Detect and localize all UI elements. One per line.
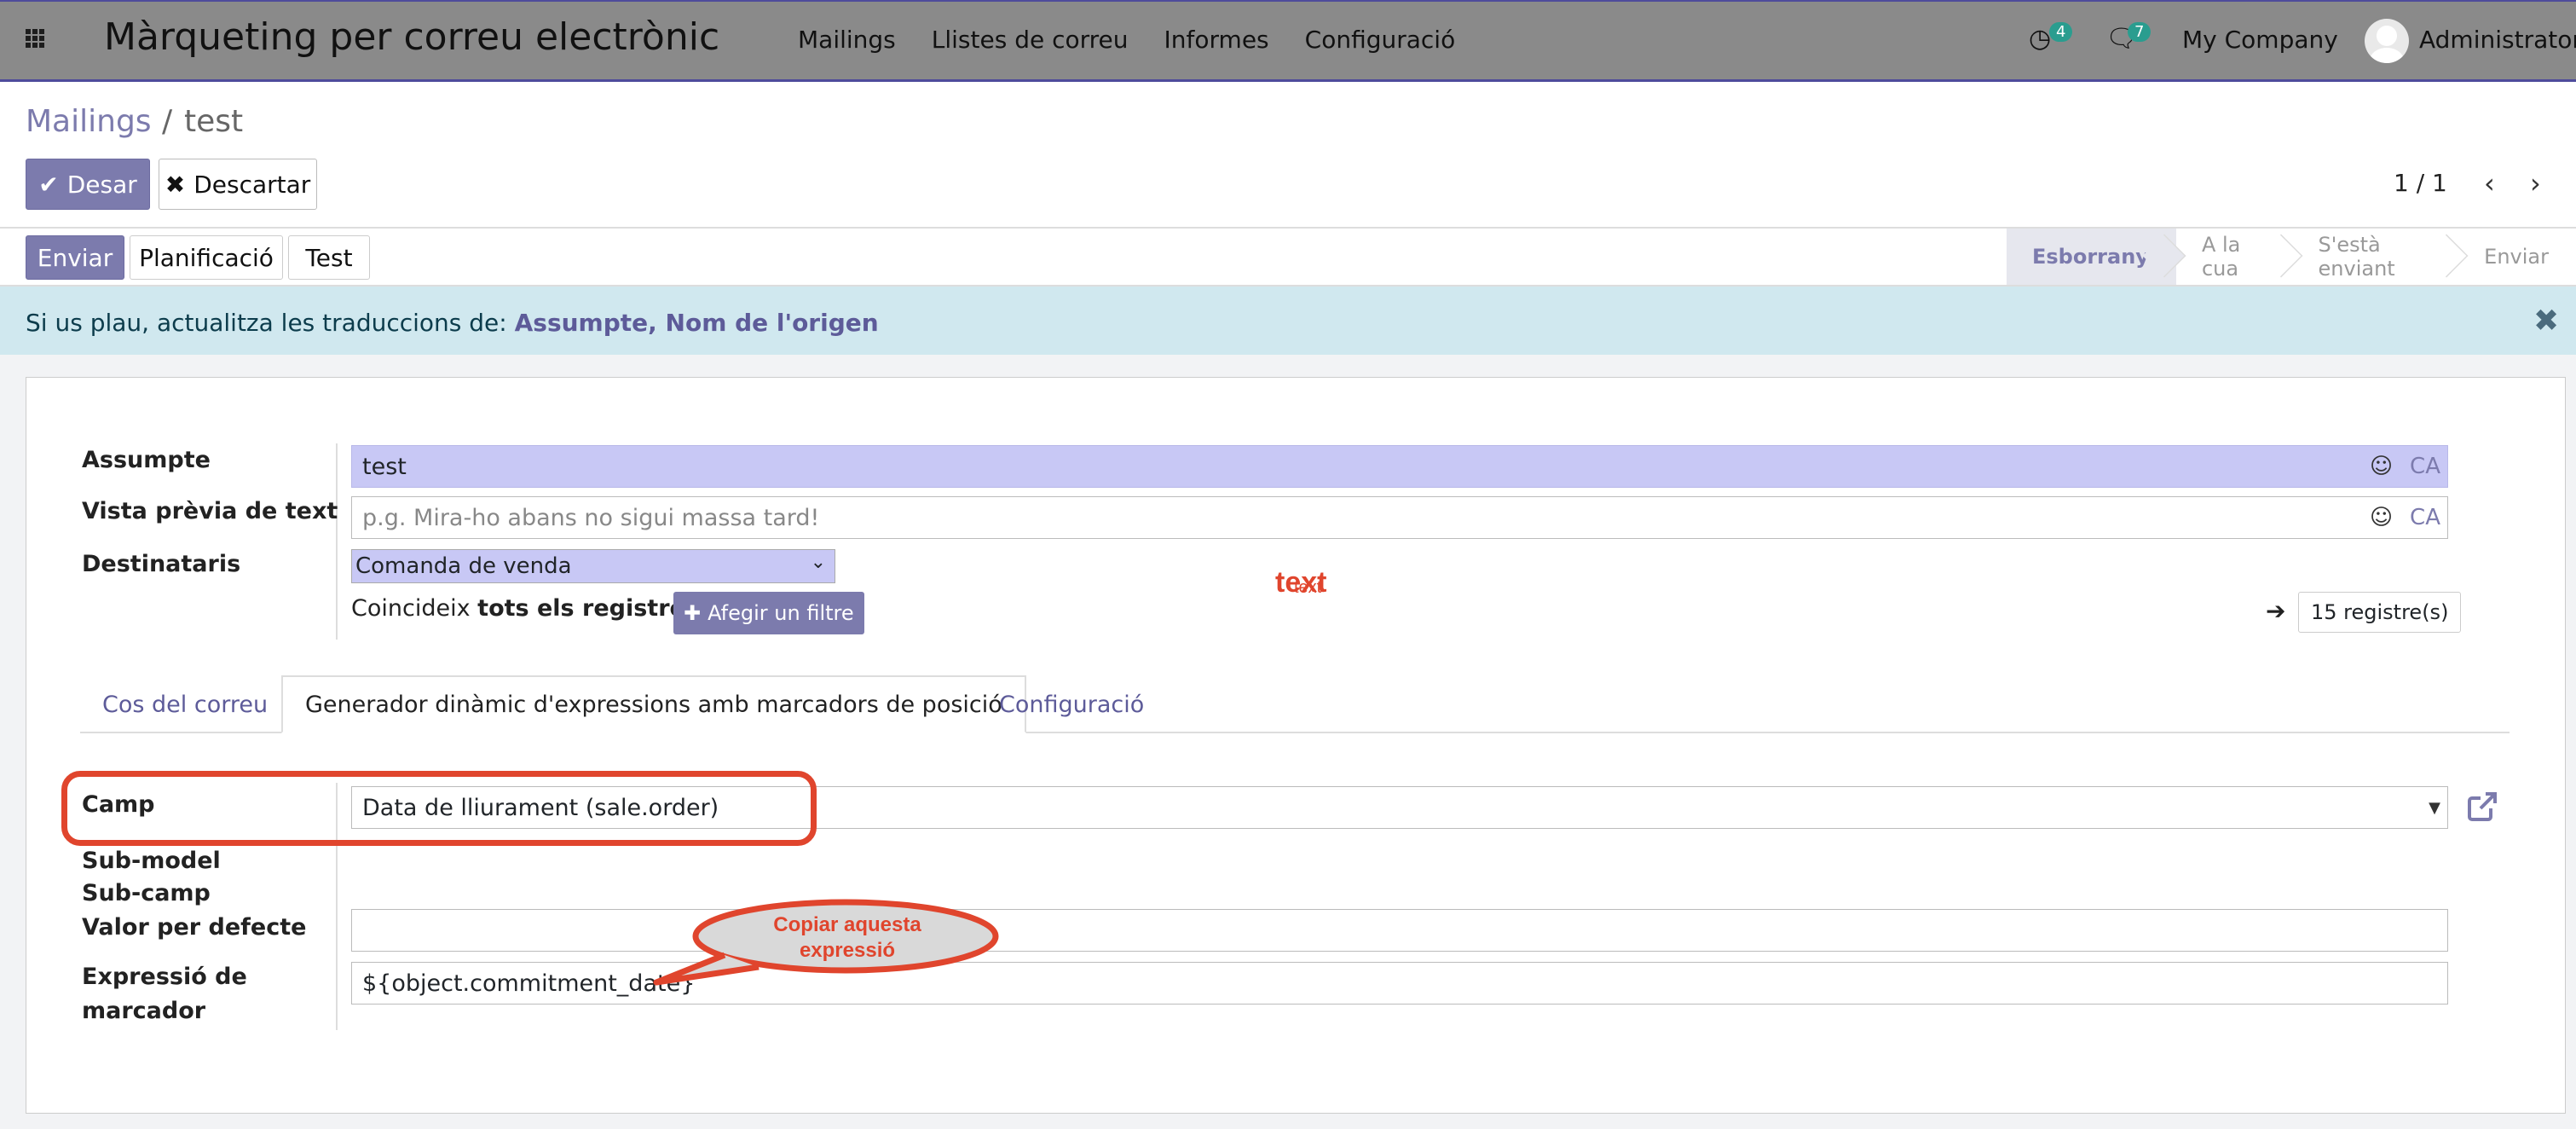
domain-summary: Coincideix tots els registres xyxy=(351,595,699,622)
label-divider xyxy=(336,443,338,640)
menu-item-mailings[interactable]: Mailings xyxy=(798,26,896,54)
alert-fields-link[interactable]: Assumpte, Nom de l'origen xyxy=(515,309,879,337)
language-code[interactable]: CA xyxy=(2410,454,2440,479)
records-count-button[interactable]: 15 registre(s) xyxy=(2298,592,2462,633)
callout-text: Copiar aquesta expressió xyxy=(699,912,996,964)
recipients-select[interactable]: Comanda de venda ⌄ xyxy=(351,549,835,583)
recipients-label: Destinataris xyxy=(82,551,241,577)
breadcrumb-separator: / xyxy=(162,104,173,139)
chevron-down-icon: ⌄ xyxy=(810,552,826,573)
subject-input[interactable]: test ☺ CA xyxy=(351,445,2448,488)
user-avatar[interactable] xyxy=(2365,19,2409,63)
app-title: Màrqueting per correu electrònic xyxy=(104,15,720,59)
expression-label-line1: Expressió de xyxy=(82,964,247,990)
overlay-text-shadow: text xyxy=(1294,578,1322,597)
close-icon: ✖ xyxy=(165,170,186,199)
callout-line-2: expressió xyxy=(799,939,896,962)
subject-value: test xyxy=(362,453,407,480)
menu-item-mailing-lists[interactable]: Llistes de correu xyxy=(932,26,1129,54)
status-bar: Esborrany A la cua S'està enviant Enviar xyxy=(2007,229,2576,285)
preview-placeholder: p.g. Mira-ho abans no sigui massa tard! xyxy=(362,504,820,531)
match-prefix: Coincideix xyxy=(351,595,471,622)
save-button-label: Desar xyxy=(66,170,137,199)
language-code[interactable]: CA xyxy=(2410,505,2440,530)
plus-icon: ✚ xyxy=(684,601,702,625)
save-button[interactable]: ✔ Desar xyxy=(26,159,150,210)
stage-sending[interactable]: S'està enviant xyxy=(2293,229,2459,285)
caret-down-icon: ▼ xyxy=(2429,798,2440,817)
activities-badge: 4 xyxy=(2049,22,2073,42)
add-filter-button[interactable]: ✚ Afegir un filtre xyxy=(673,592,864,634)
apps-menu-icon[interactable] xyxy=(26,29,44,48)
stage-draft[interactable]: Esborrany xyxy=(2007,229,2176,285)
recipients-value: Comanda de venda xyxy=(355,553,572,579)
tab-mail-body[interactable]: Cos del correu xyxy=(80,675,290,733)
subfield-label: Sub-camp xyxy=(82,880,211,906)
callout-line-1: Copiar aquesta xyxy=(773,913,921,936)
alert-prefix: Si us plau, actualitza les traduccions d… xyxy=(26,309,507,337)
pager-value[interactable]: 1 / 1 xyxy=(2394,169,2447,197)
activities-clock-icon[interactable]: ◷ xyxy=(2029,24,2051,54)
test-button[interactable]: Test xyxy=(288,235,370,280)
highlight-field-annotation xyxy=(61,771,817,846)
submodel-label: Sub-model xyxy=(82,848,221,874)
breadcrumb-parent-link[interactable]: Mailings xyxy=(26,104,152,139)
preview-text-input[interactable]: p.g. Mira-ho abans no sigui massa tard! … xyxy=(351,496,2448,539)
alert-message: Si us plau, actualitza les traduccions d… xyxy=(26,309,879,337)
add-filter-label: Afegir un filtre xyxy=(708,601,854,625)
discard-button[interactable]: ✖ Descartar xyxy=(159,159,317,210)
subject-label: Assumpte xyxy=(82,447,211,473)
chevron-left-icon[interactable]: ‹ xyxy=(2484,167,2495,200)
schedule-button[interactable]: Planificació xyxy=(130,235,283,280)
main-menu: Mailings Llistes de correu Informes Conf… xyxy=(798,26,1455,54)
menu-item-configuration[interactable]: Configuració xyxy=(1305,26,1456,54)
chevron-right-icon[interactable]: › xyxy=(2530,167,2541,200)
tab-settings[interactable]: Configuració xyxy=(977,675,1166,733)
check-icon: ✔ xyxy=(38,170,59,199)
breadcrumb-current: test xyxy=(184,104,244,139)
stage-queued[interactable]: A la cua xyxy=(2176,229,2293,285)
tab-placeholder-generator[interactable]: Generador dinàmic d'expressions amb marc… xyxy=(281,675,1026,733)
send-button[interactable]: Enviar xyxy=(26,235,124,280)
external-link-icon[interactable] xyxy=(2465,790,2499,824)
close-icon[interactable]: ✖ xyxy=(2533,304,2559,339)
user-menu[interactable]: Administrator xyxy=(2419,26,2576,54)
menu-item-reports[interactable]: Informes xyxy=(1164,26,1269,54)
control-panel xyxy=(0,82,2576,229)
emoji-icon[interactable]: ☺ xyxy=(2370,454,2393,479)
discard-button-label: Descartar xyxy=(193,170,311,199)
company-switcher[interactable]: My Company xyxy=(2182,26,2338,54)
stage-sent[interactable]: Enviar xyxy=(2458,229,2576,285)
default-value-label: Valor per defecte xyxy=(82,914,307,941)
messages-badge: 7 xyxy=(2128,22,2151,42)
preview-text-label: Vista prèvia de text xyxy=(82,498,338,524)
arrow-right-icon: ➔ xyxy=(2266,597,2286,625)
expression-label-line2: marcador xyxy=(82,998,206,1024)
match-bold: tots els registres xyxy=(477,595,699,622)
emoji-icon[interactable]: ☺ xyxy=(2370,505,2393,530)
